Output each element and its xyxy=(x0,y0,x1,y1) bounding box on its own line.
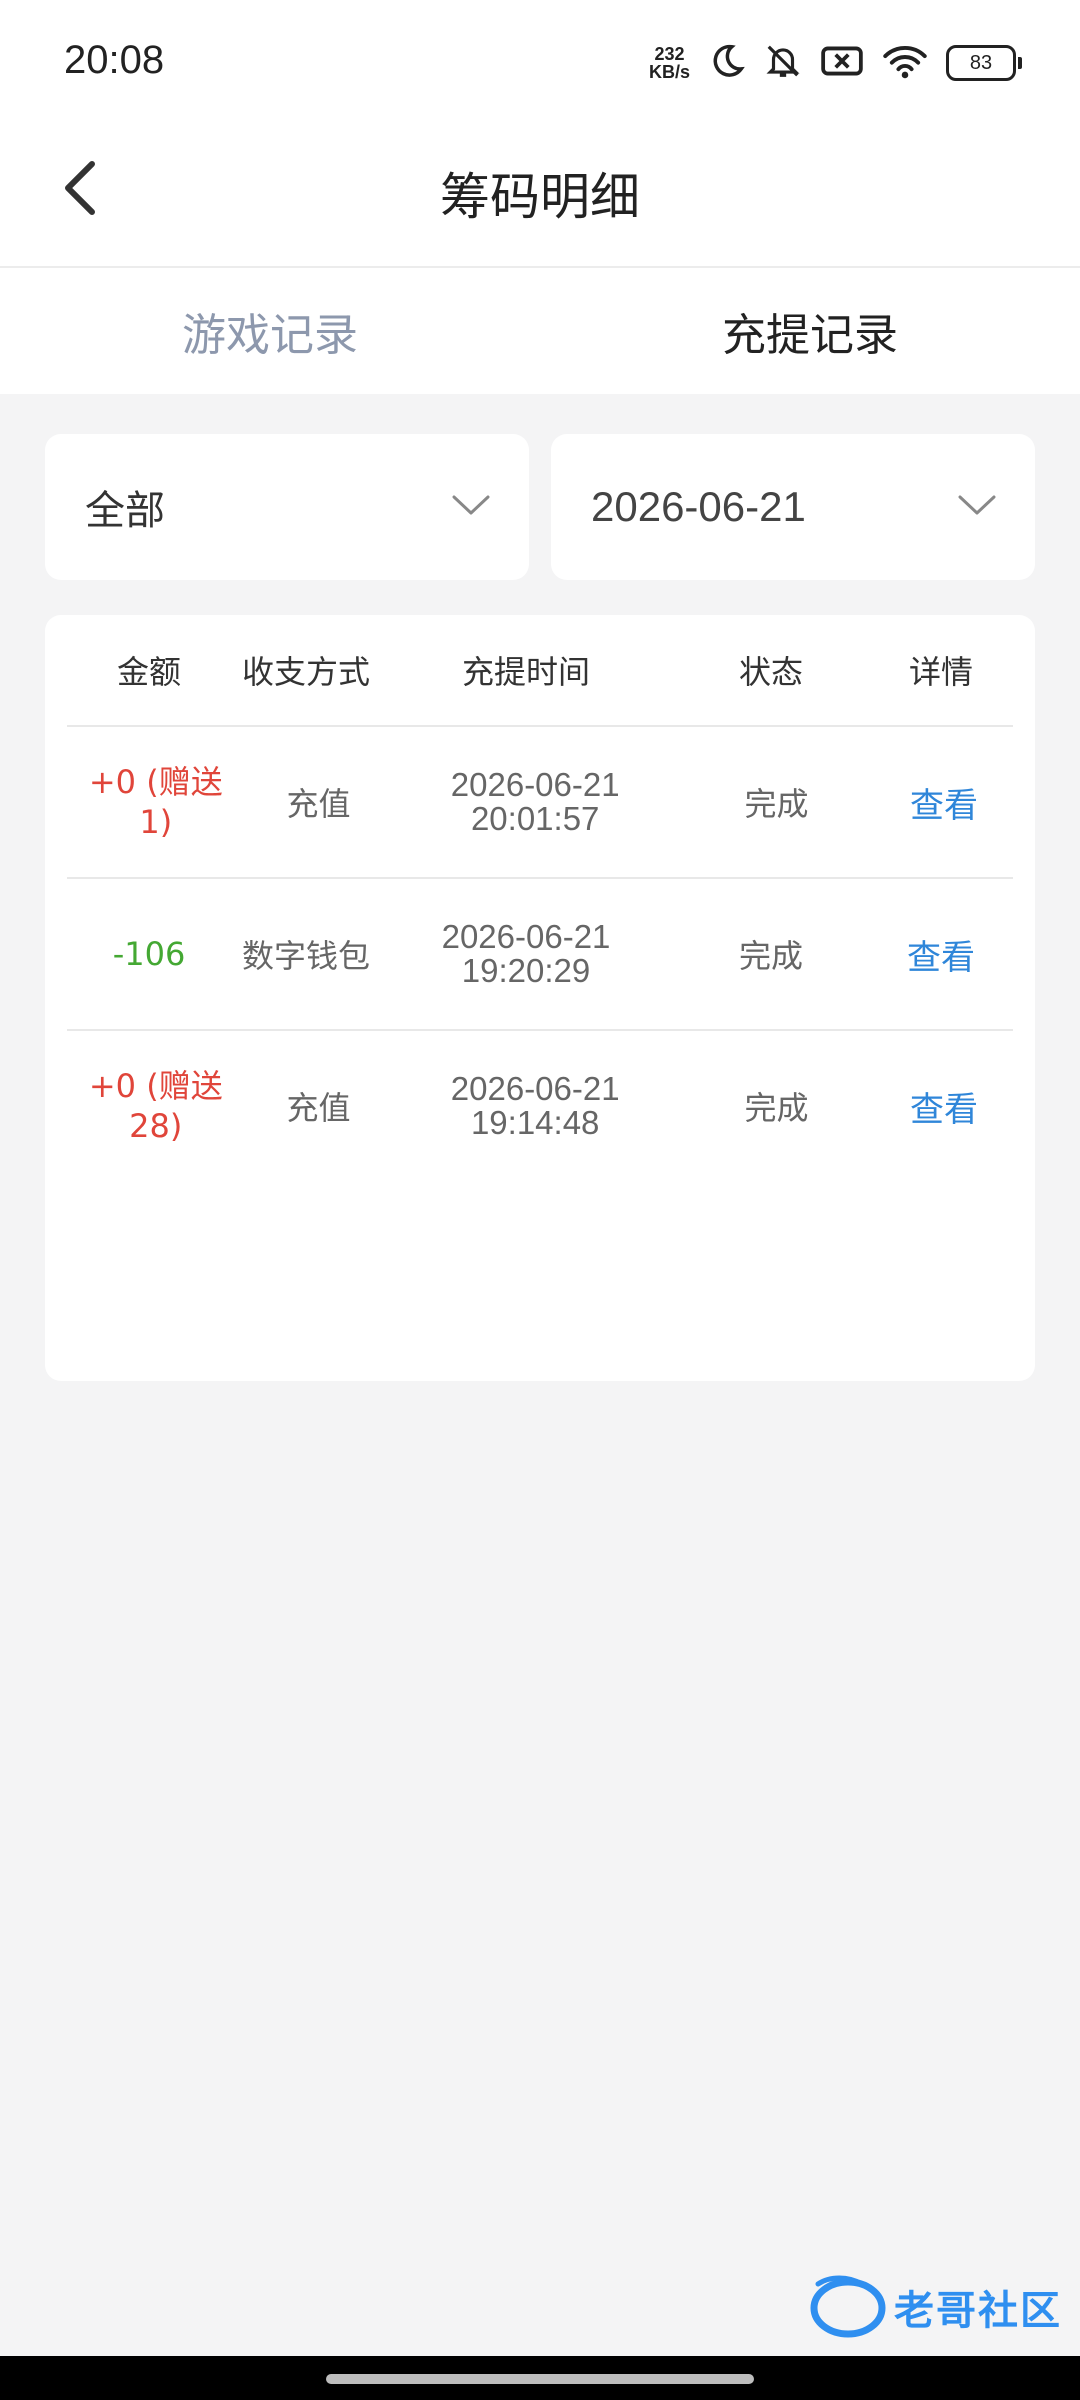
record-tabs: 游戏记录 充提记录 xyxy=(0,268,1080,394)
amount-text: +0 (赠送 xyxy=(88,763,223,801)
table-row: +0 (赠送 1) 充值 2026-06-21 20:01:57 完成 查看 xyxy=(67,727,1013,879)
amount-cell: +0 (赠送 1) xyxy=(67,762,245,842)
page-title: 筹码明细 xyxy=(440,168,640,226)
home-indicator[interactable] xyxy=(326,2374,754,2384)
column-header-detail: 详情 xyxy=(908,653,973,691)
amount-cell: +0 (赠送 28) xyxy=(67,1066,245,1146)
time-clock: 20:01:57 xyxy=(470,800,600,837)
battery-indicator: 83 xyxy=(946,45,1022,81)
header-bar: 筹码明细 xyxy=(0,120,1080,268)
wifi-icon xyxy=(882,42,928,84)
column-header-status: 状态 xyxy=(738,653,803,691)
time-date: 2026-06-21 xyxy=(450,766,620,803)
network-speed-unit: KB/s xyxy=(648,62,690,82)
back-button[interactable] xyxy=(50,150,110,230)
time-cell: 2026-06-21 19:20:29 xyxy=(381,920,671,988)
amount-text: -106 xyxy=(112,935,186,973)
tab-deposit-withdraw-records[interactable]: 充提记录 xyxy=(540,268,1080,394)
time-clock: 19:14:48 xyxy=(470,1104,600,1141)
method-cell: 充值 xyxy=(286,1089,351,1127)
battery-level: 83 xyxy=(969,51,993,74)
watermark-logo: 老哥社区 xyxy=(808,2272,1062,2342)
bell-muted-icon xyxy=(764,42,802,84)
network-speed: 232 KB/s xyxy=(649,45,690,81)
amount-text-cont: 28) xyxy=(129,1107,183,1145)
time-clock: 19:20:29 xyxy=(461,952,591,989)
status-cell: 完成 xyxy=(738,937,803,975)
table-header: 金额 收支方式 充提时间 状态 详情 xyxy=(67,615,1013,727)
status-bar: 20:08 232 KB/s 83 xyxy=(0,0,1080,120)
moon-icon xyxy=(708,42,746,84)
type-filter-value: 全部 xyxy=(85,488,165,534)
column-header-method: 收支方式 xyxy=(241,653,370,691)
chevron-down-icon xyxy=(451,493,491,521)
method-cell: 充值 xyxy=(286,785,351,823)
amount-cell: -106 xyxy=(67,935,231,973)
status-cell: 完成 xyxy=(744,785,809,823)
view-detail-link[interactable]: 查看 xyxy=(871,930,1011,979)
amount-text-cont: 1) xyxy=(139,803,173,841)
chevron-left-icon xyxy=(60,158,100,222)
network-speed-value: 232 xyxy=(654,44,685,64)
type-filter-dropdown[interactable]: 全部 xyxy=(45,434,529,580)
status-time: 20:08 xyxy=(64,38,165,82)
date-filter-value: 2026-06-21 xyxy=(591,483,806,530)
amount-text: +0 (赠送 xyxy=(88,1067,223,1105)
time-cell: 2026-06-21 20:01:57 xyxy=(392,768,678,836)
status-cell: 完成 xyxy=(744,1089,809,1127)
table-row: +0 (赠送 28) 充值 2026-06-21 19:14:48 完成 查看 xyxy=(67,1031,1013,1181)
table-row: -106 数字钱包 2026-06-21 19:20:29 完成 查看 xyxy=(67,879,1013,1031)
time-date: 2026-06-21 xyxy=(441,918,611,955)
tab-game-records[interactable]: 游戏记录 xyxy=(0,268,540,394)
column-header-amount: 金额 xyxy=(116,653,181,691)
status-icons: 232 KB/s 83 xyxy=(649,40,1022,86)
records-table: 金额 收支方式 充提时间 状态 详情 +0 (赠送 1) 充值 2026-06-… xyxy=(45,615,1035,1381)
sim-disabled-icon xyxy=(820,43,864,83)
view-detail-link[interactable]: 查看 xyxy=(875,778,1013,827)
watermark-text: 老哥社区 xyxy=(894,2288,1062,2334)
time-date: 2026-06-21 xyxy=(450,1070,620,1107)
column-header-time: 充提时间 xyxy=(461,653,590,691)
filter-bar: 全部 2026-06-21 xyxy=(45,434,1035,580)
method-cell: 数字钱包 xyxy=(241,937,370,975)
date-filter-dropdown[interactable]: 2026-06-21 xyxy=(551,434,1035,580)
dragon-logo-icon xyxy=(808,2270,888,2344)
view-detail-link[interactable]: 查看 xyxy=(875,1082,1013,1131)
chevron-down-icon xyxy=(957,493,997,521)
time-cell: 2026-06-21 19:14:48 xyxy=(392,1072,678,1140)
